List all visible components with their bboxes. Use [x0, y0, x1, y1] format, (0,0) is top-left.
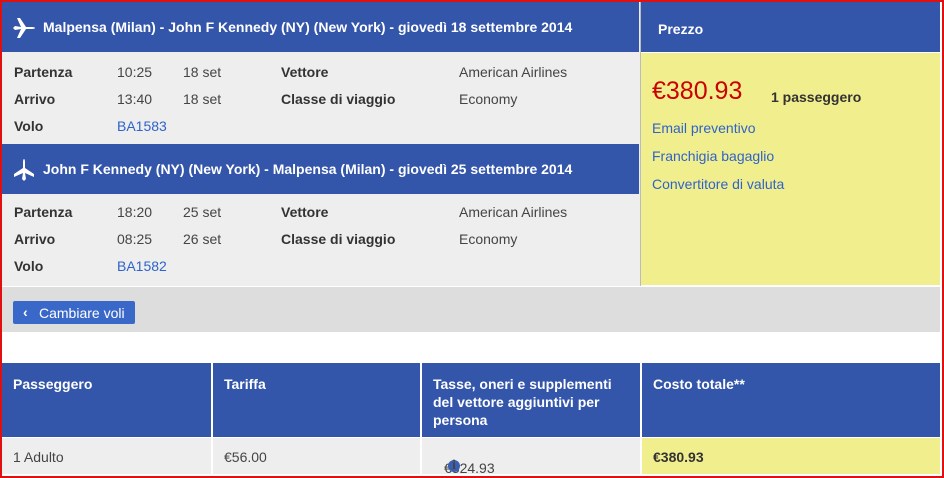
table-header-taxes: Tasse, oneri e supplementi del vettore a… — [422, 363, 640, 437]
info-icon[interactable]: i — [448, 459, 460, 473]
outbound-departure-time: 10:25 — [117, 64, 153, 80]
outbound-arrival-time: 13:40 — [117, 91, 153, 107]
outbound-carrier: American Airlines — [459, 64, 568, 80]
return-class: Economy — [459, 231, 518, 247]
outbound-arrival-date: 18 set — [183, 91, 222, 107]
return-flight-label: Volo — [14, 258, 44, 274]
return-class-label: Classe di viaggio — [281, 231, 396, 247]
price-amount: €380.93 — [652, 77, 743, 105]
header-taxes: Tasse, oneri e supplementi del vettore a… — [433, 376, 612, 428]
return-arrival-label: Arrivo — [14, 231, 56, 247]
cell-total: €380.93 — [653, 449, 704, 465]
email-quote-link[interactable]: Email preventivo — [652, 120, 756, 136]
return-arrival-time: 08:25 — [117, 231, 153, 247]
airplane-icon — [14, 159, 34, 181]
cell-passenger: 1 Adulto — [13, 449, 64, 465]
outbound-flight-number-link[interactable]: BA1583 — [117, 118, 167, 134]
price-header: Prezzo — [641, 2, 940, 52]
outbound-class: Economy — [459, 91, 518, 107]
return-departure-date: 25 set — [183, 204, 222, 220]
return-flight-number-link[interactable]: BA1582 — [117, 258, 167, 274]
return-segment-header: John F Kennedy (NY) (New York) - Malpens… — [2, 144, 639, 194]
return-arrival-date: 26 set — [183, 231, 222, 247]
baggage-allowance-link[interactable]: Franchigia bagaglio — [652, 148, 774, 164]
outbound-departure-date: 18 set — [183, 64, 222, 80]
return-departure-time: 18:20 — [117, 204, 153, 220]
price-header-label: Prezzo — [658, 21, 704, 37]
return-title: John F Kennedy (NY) (New York) - Malpens… — [43, 161, 573, 177]
passenger-count: 1 passeggero — [771, 89, 862, 105]
outbound-class-label: Classe di viaggio — [281, 91, 396, 107]
outbound-departure-label: Partenza — [14, 64, 73, 80]
outbound-segment-header: Malpensa (Milan) - John F Kennedy (NY) (… — [2, 2, 639, 52]
outbound-arrival-label: Arrivo — [14, 91, 56, 107]
change-flights-button[interactable]: ‹ Cambiare voli — [13, 301, 135, 324]
header-passenger: Passeggero — [13, 376, 93, 392]
table-cell-passenger: 1 Adulto — [2, 438, 211, 474]
outbound-carrier-label: Vettore — [281, 64, 329, 80]
table-header-passenger: Passeggero — [2, 363, 211, 437]
return-carrier: American Airlines — [459, 204, 568, 220]
header-total: Costo totale** — [653, 376, 745, 392]
table-header-fare: Tariffa — [213, 363, 420, 437]
return-carrier-label: Vettore — [281, 204, 329, 220]
outbound-flight-label: Volo — [14, 118, 44, 134]
currency-converter-link[interactable]: Convertitore di valuta — [652, 176, 784, 192]
table-cell-taxes: €324.93 i — [422, 438, 640, 476]
change-flights-label: Cambiare voli — [39, 305, 125, 321]
chevron-left-icon: ‹ — [23, 304, 28, 320]
action-bar — [2, 287, 940, 332]
table-header-total: Costo totale** — [642, 363, 940, 437]
header-fare: Tariffa — [224, 376, 266, 392]
table-cell-total: €380.93 — [642, 438, 940, 474]
table-cell-fare: €56.00 — [213, 438, 420, 474]
outbound-title: Malpensa (Milan) - John F Kennedy (NY) (… — [43, 19, 573, 35]
cell-fare: €56.00 — [224, 449, 267, 465]
airplane-icon — [13, 18, 35, 38]
return-departure-label: Partenza — [14, 204, 73, 220]
